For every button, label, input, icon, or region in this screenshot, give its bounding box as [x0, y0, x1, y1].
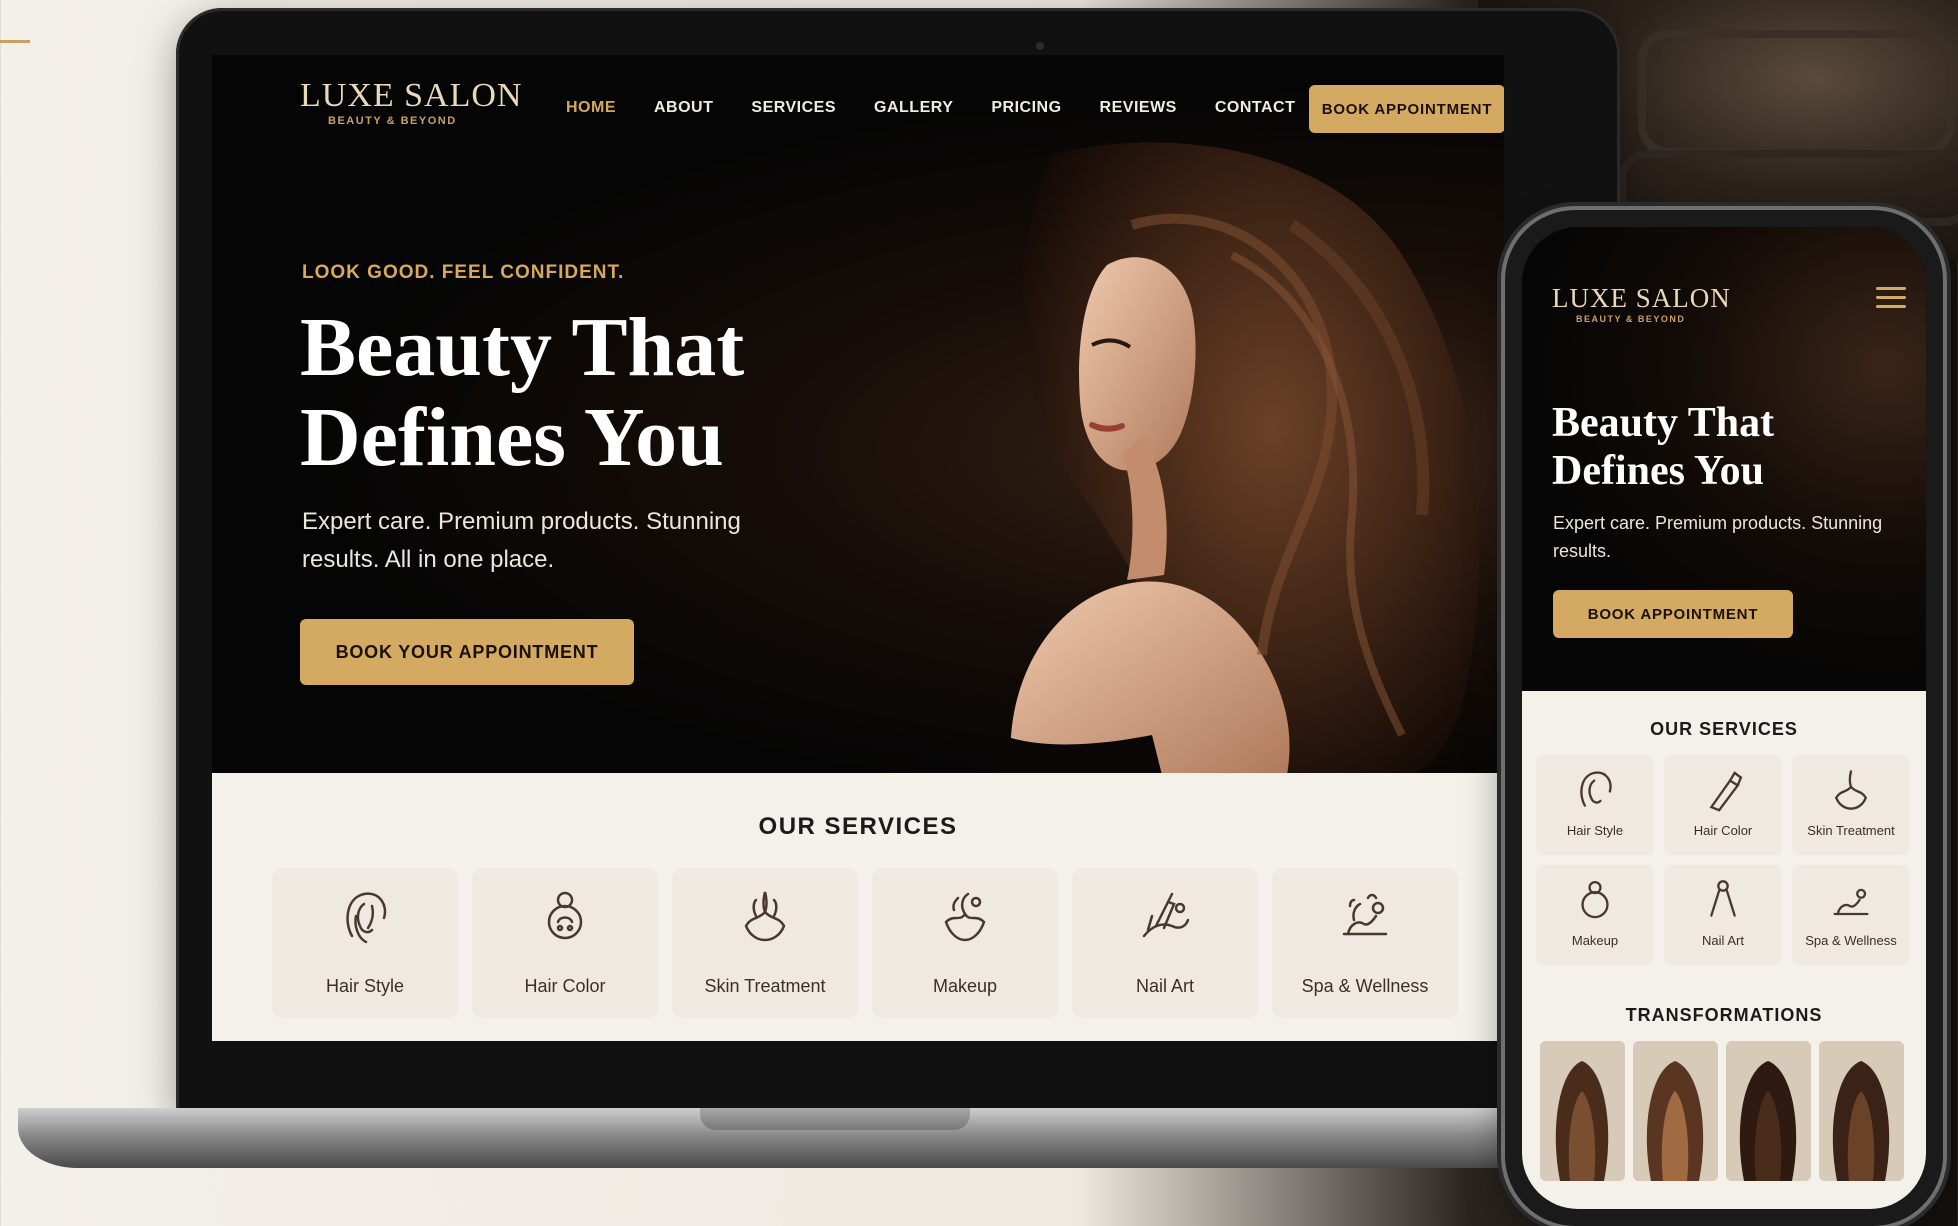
mobile-transformations-section: TRANSFORMATIONS	[1522, 991, 1926, 1209]
phone-screen: LUXE SALON BEAUTY & BEYOND Beauty That D…	[1522, 227, 1926, 1209]
nav-pricing[interactable]: PRICING	[991, 99, 1061, 117]
nav-gallery[interactable]: GALLERY	[874, 99, 953, 117]
hero-tagline: LOOK GOOD. FEEL CONFIDENT.	[302, 262, 625, 283]
mobile-service-label: Makeup	[1571, 933, 1619, 948]
service-label: Skin Treatment	[704, 976, 826, 996]
hero-title: Beauty That Defines You	[300, 301, 745, 484]
mobile-service-label: Hair Style	[1566, 823, 1624, 838]
laptop-screen: LUXE SALON BEAUTY & BEYOND HOME ABOUT SE…	[212, 55, 1504, 1041]
mobile-logo[interactable]: LUXE SALON BEAUTY & BEYOND	[1552, 283, 1731, 324]
mobile-service-hair-color[interactable]: Hair Color	[1664, 755, 1782, 855]
service-label: Makeup	[932, 976, 998, 996]
nail-art-icon	[1142, 892, 1190, 938]
book-your-appointment-button[interactable]: BOOK YOUR APPOINTMENT	[300, 619, 634, 685]
service-card-hair-style[interactable]: Hair Style	[272, 868, 458, 1018]
transformation-photo[interactable]	[1726, 1041, 1811, 1181]
skin-treatment-icon	[1834, 770, 1868, 810]
mobile-service-hair-style[interactable]: Hair Style	[1536, 755, 1654, 855]
service-card-hair-color[interactable]: Hair Color	[472, 868, 658, 1018]
makeup-icon	[944, 892, 986, 942]
mobile-service-spa-wellness[interactable]: Spa & Wellness	[1792, 865, 1910, 965]
mobile-service-label: Spa & Wellness	[1805, 933, 1897, 948]
laptop-camera	[1036, 42, 1044, 50]
laptop-notch	[700, 1108, 970, 1130]
service-label: Hair Color	[524, 976, 606, 996]
service-card-makeup[interactable]: Makeup	[872, 868, 1058, 1018]
desktop-hero: LUXE SALON BEAUTY & BEYOND HOME ABOUT SE…	[212, 55, 1504, 775]
hero-subtitle: Expert care. Premium products. Stunning …	[302, 508, 741, 573]
logo-tagline: BEAUTY & BEYOND	[328, 115, 457, 127]
service-card-nail-art[interactable]: Nail Art	[1072, 868, 1258, 1018]
hero-model-portrait	[992, 142, 1480, 775]
mobile-services-title: OUR SERVICES	[1650, 719, 1798, 739]
transformations-title: TRANSFORMATIONS	[1625, 1005, 1823, 1025]
phone-frame: LUXE SALON BEAUTY & BEYOND Beauty That D…	[1505, 210, 1943, 1226]
desktop-services-section: OUR SERVICES Hair Style Hair Color Skin …	[212, 773, 1504, 1041]
logo-name: LUXE SALON	[300, 77, 523, 114]
services-title: OUR SERVICES	[758, 813, 958, 840]
service-card-skin-treatment[interactable]: Skin Treatment	[672, 868, 858, 1018]
mobile-service-makeup[interactable]: Makeup	[1536, 865, 1654, 965]
service-card-spa-wellness[interactable]: Spa & Wellness	[1272, 868, 1458, 1018]
hair-style-icon	[1580, 771, 1612, 807]
desktop-logo[interactable]: LUXE SALON BEAUTY & BEYOND	[300, 77, 522, 127]
skin-treatment-icon	[744, 891, 786, 942]
spa-wellness-icon	[1342, 893, 1388, 936]
transformation-photo[interactable]	[1819, 1041, 1904, 1181]
nav-book-appointment-button[interactable]: BOOK APPOINTMENT	[1309, 85, 1504, 133]
service-label: Hair Style	[325, 976, 405, 996]
transformations-gallery	[1540, 1041, 1904, 1181]
hamburger-menu-icon[interactable]	[1876, 287, 1906, 314]
makeup-icon	[1581, 880, 1609, 919]
desktop-nav: HOME ABOUT SERVICES GALLERY PRICING REVI…	[566, 99, 1333, 117]
hair-color-icon	[547, 891, 583, 940]
mobile-hero-title: Beauty That Defines You	[1552, 400, 1775, 494]
mobile-service-label: Skin Treatment	[1807, 823, 1895, 838]
mobile-hero: LUXE SALON BEAUTY & BEYOND Beauty That D…	[1522, 227, 1926, 691]
mobile-service-skin-treatment[interactable]: Skin Treatment	[1792, 755, 1910, 855]
nail-art-icon	[1710, 880, 1736, 917]
mobile-service-label: Hair Color	[1693, 823, 1753, 838]
hair-style-icon	[346, 892, 387, 944]
mobile-book-appointment-button[interactable]: BOOK APPOINTMENT	[1553, 590, 1793, 638]
service-label: Nail Art	[1135, 976, 1195, 996]
nav-about[interactable]: ABOUT	[654, 99, 713, 117]
hair-color-brush-icon	[1709, 771, 1743, 812]
transformation-photo[interactable]	[1540, 1041, 1625, 1181]
spa-wellness-icon	[1833, 888, 1869, 916]
mobile-services-section: OUR SERVICES Hair Style Hair Color Skin …	[1522, 691, 1926, 991]
services-list: Hair Style Hair Color Skin Treatment Mak…	[272, 868, 1458, 1018]
transformation-photo[interactable]	[1633, 1041, 1718, 1181]
mobile-hero-subtitle: Expert care. Premium products. Stunning …	[1553, 513, 1883, 561]
mobile-service-nail-art[interactable]: Nail Art	[1664, 865, 1782, 965]
nav-home[interactable]: HOME	[566, 99, 616, 117]
mobile-services-grid: Hair Style Hair Color Skin Treatment Mak…	[1536, 755, 1910, 965]
nav-contact[interactable]: CONTACT	[1215, 99, 1296, 117]
decorative-accent-line	[0, 40, 30, 43]
mobile-logo-tagline: BEAUTY & BEYOND	[1576, 314, 1686, 324]
service-label: Spa & Wellness	[1301, 976, 1429, 996]
mobile-service-label: Nail Art	[1702, 933, 1744, 948]
mobile-logo-name: LUXE SALON	[1552, 283, 1731, 313]
nav-reviews[interactable]: REVIEWS	[1100, 99, 1177, 117]
nav-services[interactable]: SERVICES	[751, 99, 836, 117]
